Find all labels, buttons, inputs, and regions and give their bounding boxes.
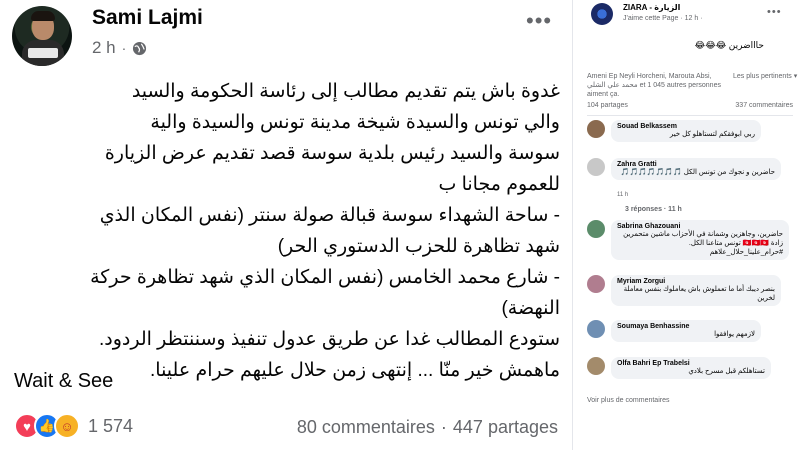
shared-post-panel: ZIARA - الزيارة J'aime cette Page · 12 h… [572,0,800,450]
comments-count[interactable]: 80 commentaires [297,417,435,438]
comment-text: ربي ابوفقكم لتستاهلو كل خير [669,131,755,138]
avatar-logo-shape [28,48,58,58]
post-line: ستودع المطالب غدا عن طريق عدول تنفيذ وسن… [98,329,560,350]
post-line: - شارع محمد الخامس (نفس المكان الذي شهد … [90,267,560,288]
see-more-comments-link[interactable]: Voir plus de commentaires [587,397,669,404]
commenter-avatar[interactable] [587,320,605,338]
commenter-name[interactable]: Olfa Bahri Ep Trabelsi [617,360,765,367]
commenter-avatar[interactable] [587,357,605,375]
reaction-count[interactable]: 1 574 [88,416,133,437]
page-avatar[interactable] [591,3,613,25]
commenter-avatar[interactable] [587,158,605,176]
author-name[interactable]: Sami Lajmi [92,6,203,30]
comment-bubble: Sabrina Ghazouani حاضرين، وجاهزين وشمانة… [611,220,789,260]
post-signoff: Wait & See [14,370,114,392]
comment-text: حاضرين، وجاهزين وشمانة في الأحزاب ماشين … [623,231,783,256]
side-counts: 104 partages 337 commentaires [587,102,793,116]
comment-bubble: Myriam Zorgui بنصر ديبك أما ما تعملوش با… [611,275,781,306]
comment-bubble: Zahra Gratti حاضرين و نجوك من تونس الكل … [611,158,781,180]
commenter-name[interactable]: Myriam Zorgui [617,278,775,285]
post-line: سوسة والسيد رئيس بلدية سوسة قصد تقديم عر… [104,143,560,164]
comment-text: لازمهم يوافقوا [714,331,755,338]
avatar-hair-shape [31,11,55,21]
comment-text: حاضرين و نجوك من تونس الكل 🎵🎵🎵🎵🎵🎵🎵 [620,169,775,176]
author-avatar[interactable] [12,6,72,66]
post-meta: 2 h · [92,38,147,58]
reactions-summary[interactable]: ♥ 👍 ☺ 1 574 [14,413,133,439]
post-line: شهد تظاهرة للحزب الدستوري الحر) [277,236,560,257]
post-line: النهضة) [501,298,560,319]
commenter-name[interactable]: Sabrina Ghazouani [617,223,783,230]
engagement-counts: 80 commentaires · 447 partages [297,417,558,438]
comment-sort-dropdown[interactable]: Les plus pertinents ▾ [733,72,797,80]
globe-icon[interactable] [132,41,147,56]
likers-summary[interactable]: Ameni Ep Neyli Horcheni, Marouta Absi, م… [587,72,727,99]
commenter-name[interactable]: Soumaya Benhassine [617,323,755,330]
page-meta: J'aime cette Page · 12 h · [623,15,703,22]
comment-time[interactable]: 11 h [617,192,628,198]
page-name[interactable]: ZIARA - الزيارة [623,3,680,12]
replies-link[interactable]: 3 réponses · 11 h [625,206,682,213]
comment-text: بنصر ديبك أما ما تعملوش باش يعاملوك بنفس… [623,286,775,302]
page-post-caption: حاااضرين 😂😂😂 [694,40,764,50]
ellipsis-icon[interactable]: ••• [767,6,782,18]
post-line: - ساحة الشهداء سوسة قبالة صولة سنتر (نفس… [99,205,560,226]
comment-bubble: Soumaya Benhassine لازمهم يوافقوا [611,320,761,342]
comment-bubble: Olfa Bahri Ep Trabelsi تستاهلكم قبل مسرح… [611,357,771,379]
post-card: Sami Lajmi 2 h · ••• غدوة باش يتم تقديم … [0,0,572,450]
commenter-avatar[interactable] [587,220,605,238]
commenter-avatar[interactable] [587,275,605,293]
post-time[interactable]: 2 h [92,38,116,58]
post-line: والي تونس والسيدة شيخة مدينة تونس والسيد… [150,112,560,133]
side-shares[interactable]: 104 partages [587,102,628,109]
commenter-avatar[interactable] [587,120,605,138]
comment-bubble: Souad Belkassem ربي ابوفقكم لتستاهلو كل … [611,120,761,142]
commenter-name[interactable]: Zahra Gratti [617,161,775,168]
care-reaction-icon: ☺ [54,413,80,439]
counts-separator: · [440,417,447,437]
side-comments[interactable]: 337 commentaires [735,102,793,109]
comment-text: تستاهلكم قبل مسرح بلادي [688,368,765,375]
meta-separator: · [121,40,127,56]
ellipsis-icon[interactable]: ••• [526,8,552,34]
commenter-name[interactable]: Souad Belkassem [617,123,755,130]
post-line: للعموم مجانا ب [438,174,560,195]
shares-count[interactable]: 447 partages [453,417,558,438]
post-body: غدوة باش يتم تقديم مطالب إلى رئاسة الحكو… [14,76,560,386]
post-line: غدوة باش يتم تقديم مطالب إلى رئاسة الحكو… [131,81,560,102]
